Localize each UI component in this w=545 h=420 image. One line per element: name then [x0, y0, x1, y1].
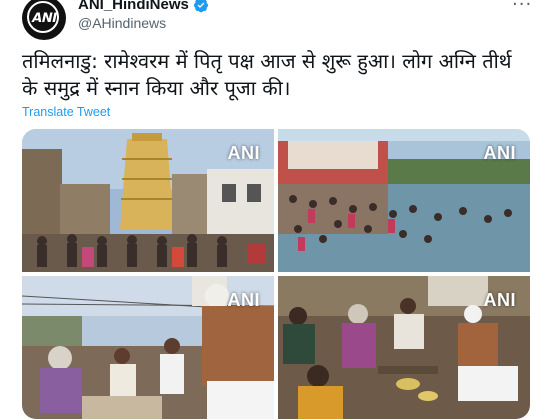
ani-watermark: ANI	[483, 290, 516, 310]
tweet-text: तमिलनाडु: रामेश्वरम में पितृ पक्ष आज से …	[22, 49, 512, 100]
photo-pooja-gathering[interactable]: ANI	[278, 276, 530, 419]
photo-sea-bathing[interactable]: ANI	[278, 129, 530, 272]
photo-temple-street[interactable]: ANI	[22, 129, 274, 272]
author-name-row: ANI_HindiNews	[78, 0, 209, 13]
author-display-name[interactable]: ANI_HindiNews	[78, 0, 189, 13]
translate-tweet-link[interactable]: Translate Tweet	[22, 105, 110, 119]
verified-badge-icon	[193, 0, 208, 12]
avatar[interactable]: ANI	[22, 0, 66, 40]
ani-watermark: ANI	[227, 290, 260, 310]
ani-watermark: ANI	[227, 143, 260, 163]
media-grid: ANI ANI ANI ANI	[22, 129, 530, 419]
tweet: ANI ANI_HindiNews @AHindinews ··· तमिलना…	[0, 0, 545, 420]
ani-watermark: ANI	[483, 143, 516, 163]
more-options-icon[interactable]: ···	[512, 0, 532, 15]
photo-priest-ritual[interactable]: ANI	[22, 276, 274, 419]
author-handle[interactable]: @AHindinews	[78, 15, 166, 31]
avatar-logo-text: ANI	[30, 10, 58, 26]
